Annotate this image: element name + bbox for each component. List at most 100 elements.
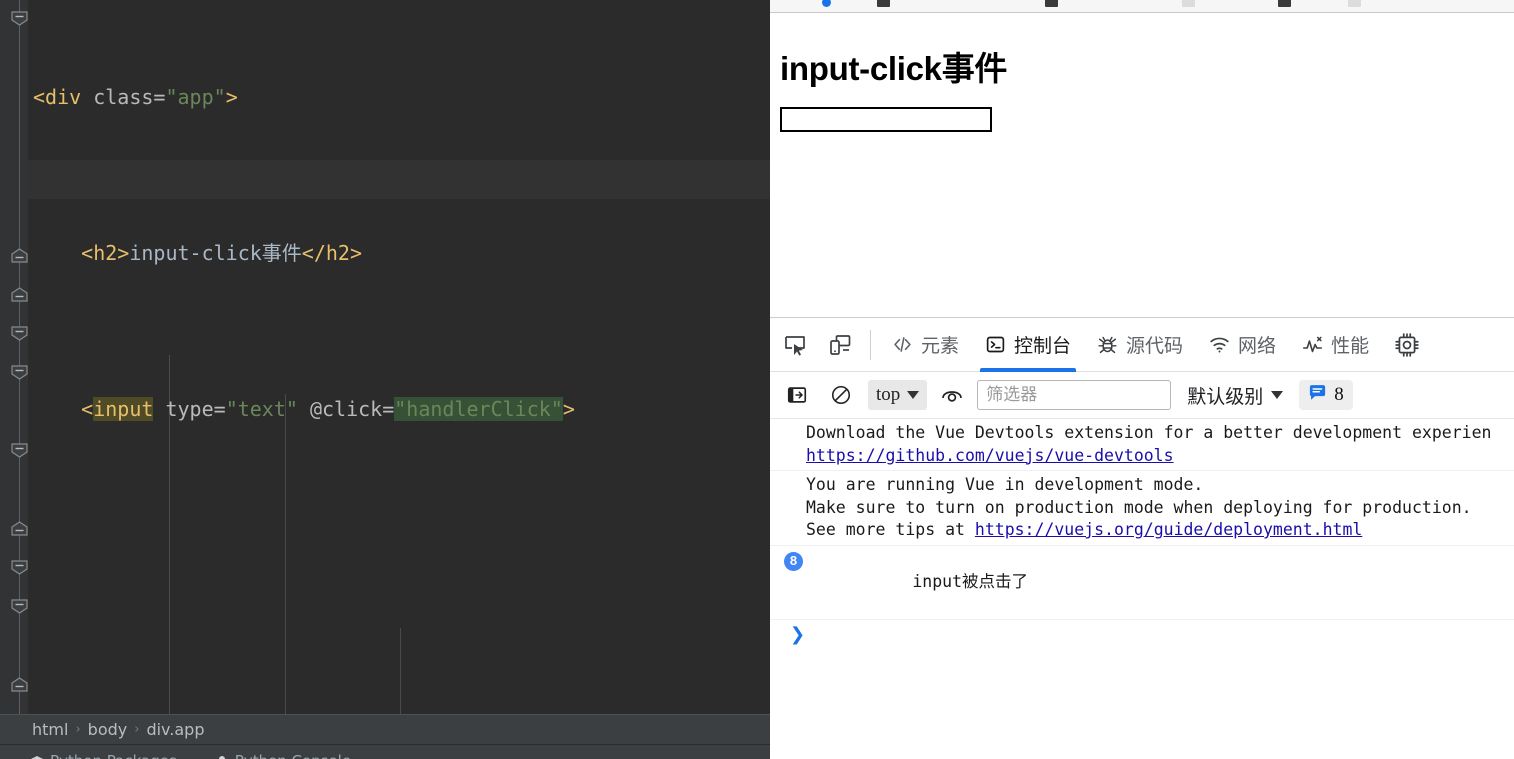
- breadcrumb-item-div-app[interactable]: div.app: [146, 720, 204, 739]
- breadcrumb[interactable]: html › body › div.app: [0, 714, 770, 744]
- fold-marker-expand-icon[interactable]: [11, 521, 28, 536]
- source-code[interactable]: <div class="app"> <h2>input-click事件</h2>…: [28, 0, 575, 759]
- console-message[interactable]: Download the Vue Devtools extension for …: [770, 419, 1514, 471]
- tok-type-attr: type=: [153, 397, 226, 421]
- message-count-value: 8: [1334, 384, 1344, 405]
- screenshot-root: <div class="app"> <h2>input-click事件</h2>…: [0, 0, 1514, 759]
- tool-python-console[interactable]: Python Console: [215, 752, 351, 759]
- page-title: input-click事件: [780, 50, 1008, 87]
- chevron-down-icon: [1271, 391, 1284, 399]
- code-brackets-icon: [892, 334, 913, 355]
- extension-icon[interactable]: [1278, 0, 1291, 7]
- tok-gt: >: [562, 397, 575, 421]
- log-level-selector[interactable]: 默认级别: [1181, 380, 1289, 410]
- fold-marker-collapse-icon[interactable]: [11, 599, 28, 614]
- tool-python-packages-label: Python Packages: [50, 752, 177, 759]
- console-terminal-icon: [985, 334, 1006, 355]
- tab-console[interactable]: 控制台: [972, 318, 1084, 372]
- tok-class-attr: class=: [93, 85, 166, 109]
- context-selector-value: top: [876, 384, 901, 405]
- console-icon: [215, 755, 229, 759]
- tab-network[interactable]: 网络: [1196, 318, 1289, 372]
- code-line: <h2>input-click事件</h2>: [28, 234, 575, 273]
- fold-marker-expand-icon[interactable]: [11, 248, 28, 263]
- console-prompt[interactable]: ❯: [770, 620, 1514, 649]
- clear-console-icon[interactable]: [824, 378, 858, 412]
- fold-marker-collapse-icon[interactable]: [11, 443, 28, 458]
- context-selector[interactable]: top: [868, 380, 928, 410]
- wifi-icon: [1209, 334, 1230, 355]
- message-count-badge[interactable]: 8: [1299, 380, 1353, 410]
- tab-elements-label: 元素: [921, 336, 960, 357]
- code-line: <div class="app">: [28, 78, 575, 117]
- tok-input-word: input: [93, 397, 154, 421]
- fold-marker-expand-icon[interactable]: [11, 677, 28, 692]
- devtools-panel: 元素 控制台 源代码 网络 性能 top 筛选器 默认级别 8 Download…: [770, 317, 1514, 759]
- chevron-down-icon: [907, 391, 920, 399]
- console-message-text: See more tips at: [806, 520, 975, 539]
- chevron-right-icon: ❯: [790, 624, 806, 645]
- log-level-label: 默认级别: [1187, 386, 1264, 408]
- fold-marker-collapse-icon[interactable]: [11, 560, 28, 575]
- console-message-text: Download the Vue Devtools extension for …: [806, 423, 1492, 442]
- breadcrumb-item-body[interactable]: body: [88, 720, 128, 739]
- editor-gutter[interactable]: [0, 0, 28, 714]
- code-editor-panel: <div class="app"> <h2>input-click事件</h2>…: [0, 0, 770, 759]
- fold-marker-collapse-icon[interactable]: [11, 326, 28, 341]
- page-text-input[interactable]: [780, 107, 992, 132]
- inspect-element-icon[interactable]: [775, 325, 815, 365]
- live-expression-icon[interactable]: [935, 378, 969, 412]
- tok-lt: <: [81, 397, 94, 421]
- console-filter-input[interactable]: [977, 380, 1172, 410]
- console-message-link[interactable]: https://vuejs.org/guide/deployment.html: [975, 520, 1362, 539]
- toolbar-item-icon[interactable]: [1348, 0, 1361, 7]
- browser-toolbar-clipped[interactable]: [770, 0, 1514, 13]
- code-editor-area[interactable]: <div class="app"> <h2>input-click事件</h2>…: [0, 0, 770, 714]
- bug-icon: [1097, 334, 1118, 355]
- tab-sources[interactable]: 源代码: [1084, 318, 1196, 372]
- tok-h2-close: </h2>: [301, 241, 363, 265]
- message-bubble-icon: [1308, 383, 1327, 408]
- console-message-text: input被点击了: [912, 572, 1029, 591]
- console-output[interactable]: Download the Vue Devtools extension for …: [770, 419, 1514, 759]
- performance-icon: [1302, 334, 1323, 355]
- tool-python-console-label: Python Console: [235, 752, 351, 759]
- tok-h2-text: input-click事件: [129, 241, 302, 265]
- console-message-link[interactable]: https://github.com/vuejs/vue-devtools: [806, 446, 1174, 465]
- breadcrumb-item-html[interactable]: html: [32, 720, 68, 739]
- device-toolbar-icon[interactable]: [820, 325, 860, 365]
- breadcrumb-separator-icon: ›: [134, 722, 140, 737]
- tok-div-open: <div: [33, 85, 94, 109]
- package-icon: [30, 755, 44, 759]
- chip-gear-icon[interactable]: [1387, 325, 1427, 365]
- devtools-tabbar: 元素 控制台 源代码 网络 性能: [770, 318, 1514, 372]
- rendered-page: input-click事件: [770, 14, 1514, 317]
- console-message-text: Make sure to turn on production mode whe…: [806, 497, 1472, 517]
- tok-class-value: "app": [165, 85, 226, 109]
- tab-sources-label: 源代码: [1126, 336, 1184, 357]
- extension-icon[interactable]: [1045, 0, 1058, 7]
- code-line-empty: [28, 546, 575, 585]
- breadcrumb-separator-icon: ›: [75, 722, 81, 737]
- tool-python-packages[interactable]: Python Packages: [30, 752, 177, 759]
- console-message-text: You are running Vue in development mode.: [806, 475, 1204, 494]
- show-console-sidebar-icon[interactable]: [780, 378, 814, 412]
- console-message[interactable]: You are running Vue in development mode.…: [770, 471, 1514, 546]
- tab-elements[interactable]: 元素: [879, 318, 972, 372]
- fold-marker-expand-icon[interactable]: [11, 287, 28, 302]
- tab-console-label: 控制台: [1014, 336, 1072, 357]
- tok-click-attr: @click=: [297, 397, 395, 421]
- fold-marker-collapse-icon[interactable]: [11, 11, 28, 26]
- tok-type-value: "text": [225, 397, 298, 421]
- extension-icon[interactable]: [877, 0, 890, 7]
- tool-window-bar: Python Packages Python Console: [0, 744, 770, 759]
- tab-performance[interactable]: 性能: [1289, 318, 1382, 372]
- console-filter-bar: top 默认级别: [770, 372, 1514, 419]
- tab-favicon-icon: [822, 0, 831, 7]
- browser-window: input-click事件 元素 控制台 源代码 网络 性能 top 筛选器 默…: [770, 0, 1514, 759]
- console-message[interactable]: 8 input被点击了: [770, 546, 1514, 620]
- tok-click-value: "handlerClick": [394, 397, 563, 421]
- console-message-repeat-count: 8: [784, 551, 803, 571]
- toolbar-item-icon[interactable]: [1182, 0, 1195, 7]
- fold-marker-collapse-icon[interactable]: [11, 365, 28, 380]
